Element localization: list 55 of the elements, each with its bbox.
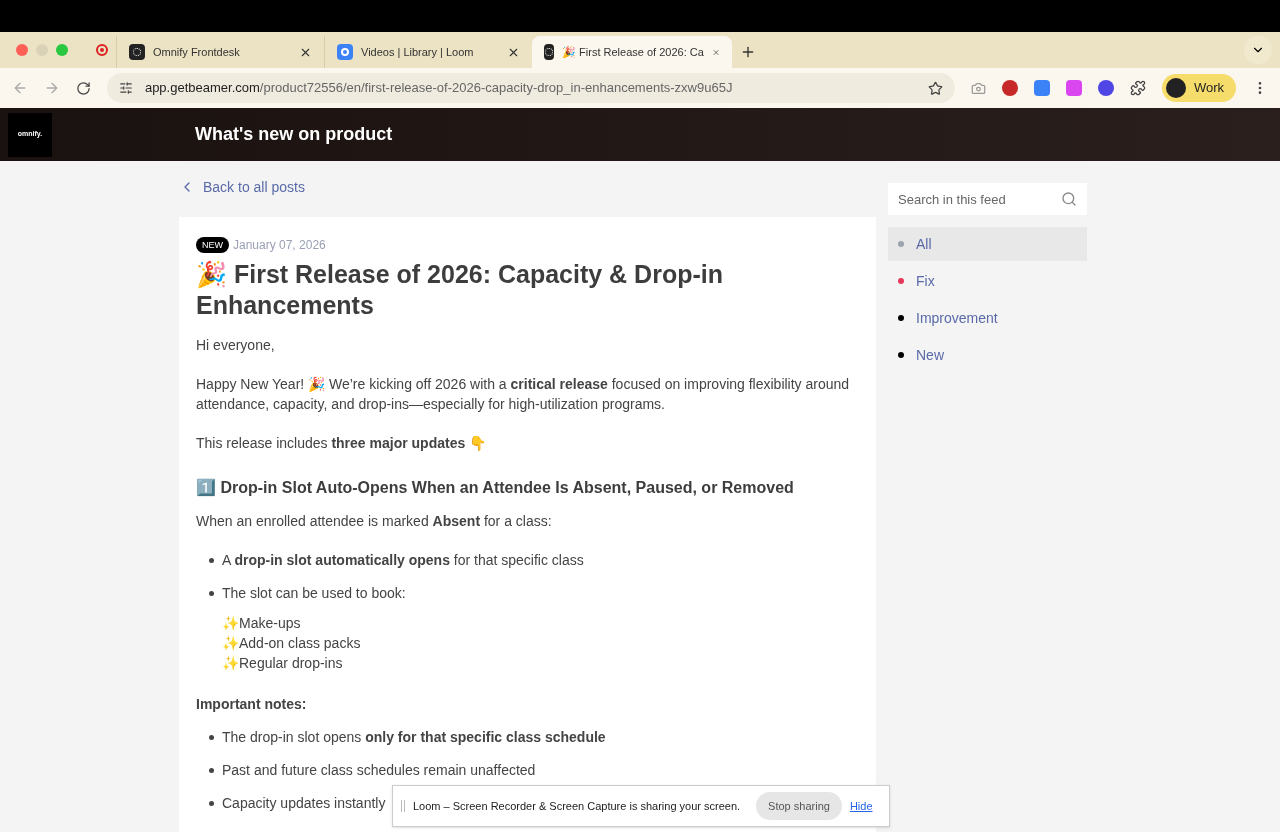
close-window-icon[interactable] (16, 44, 28, 56)
back-icon[interactable] (12, 80, 28, 96)
category-item[interactable]: All (888, 227, 1087, 261)
address-bar[interactable]: app.getbeamer.com/product72556/en/first-release-of-2026-capacity-drop_in-enhancements-zxw9u65J (106, 73, 956, 103)
paragraph: Happy New Year! 🎉 We’re kicking off 2026 with a critical release focused on improving flexibility around attendance, capacity, and drop-ins—especially for high-utilization programs. (196, 375, 851, 414)
app-icon (544, 44, 555, 60)
search-field[interactable]: Search in this feed (888, 183, 1087, 215)
paragraph: This release includes three major updates 👇 (196, 434, 488, 453)
list-item: A drop-in slot automatically opens for that specific class (222, 551, 584, 570)
site-settings-icon[interactable] (118, 81, 133, 95)
extensions-icon[interactable] (1130, 80, 1146, 96)
hide-link[interactable]: Hide (849, 797, 873, 815)
stop-sharing-button[interactable]: Stop sharing (756, 792, 842, 820)
bullet-icon (209, 557, 214, 563)
share-message: Loom – Screen Recorder & Screen Capture is sharing your screen. (413, 798, 741, 814)
post-date: January 07, 2026 (233, 237, 326, 254)
section-heading: 1⃣ Drop-in Slot Auto-Opens When an Attendee Is Absent, Paused, or Removed (196, 478, 795, 498)
bullet-icon (209, 734, 214, 740)
camera-icon[interactable] (971, 80, 987, 96)
browser-tab[interactable]: 🎉 First Release of 2026: Ca (532, 36, 732, 68)
tab-title: Omnify Frontdesk (153, 44, 241, 60)
record-icon[interactable] (96, 44, 108, 56)
extension-icon[interactable] (1098, 80, 1114, 96)
category-item[interactable]: New (888, 338, 1087, 372)
back-link[interactable]: Back to all posts (179, 179, 876, 195)
bullet-icon (209, 800, 214, 806)
tab-title: Videos | Library | Loom (361, 44, 475, 60)
extension-icon[interactable] (1002, 80, 1019, 96)
tab-title: 🎉 First Release of 2026: Ca (562, 44, 704, 61)
category-item[interactable]: Fix (888, 264, 1087, 298)
option-line: ✨Make-ups (222, 614, 302, 633)
paragraph: Hi everyone, (196, 336, 276, 355)
paragraph: When an enrolled attendee is marked Absent for a class: (196, 512, 553, 531)
list-item: The slot can be used to book: (222, 584, 406, 603)
list-item: Capacity updates instantly (222, 794, 386, 813)
list-item: Past and future class schedules remain unaffected (222, 761, 536, 780)
reload-icon[interactable] (75, 80, 91, 96)
drag-handle-icon[interactable] (401, 800, 405, 812)
category-item[interactable]: Improvement (888, 301, 1087, 335)
post-title: 🎉 First Release of 2026: Capacity & Drop-in Enhancements (196, 259, 724, 321)
app-icon (129, 44, 145, 60)
extension-icon[interactable] (1034, 80, 1051, 96)
list-item: The drop-in slot opens only for that specific class schedule (222, 728, 606, 747)
bookmark-star-icon[interactable] (928, 80, 944, 96)
option-line: ✨Regular drop-ins (222, 654, 344, 673)
bullet-icon (209, 767, 214, 773)
profile-button[interactable]: Work (1161, 74, 1237, 102)
bullet-icon (209, 590, 214, 596)
url-text: app.getbeamer.com/product72556/en/first-release-of-2026-capacity-drop_in-enhancements-zxw9u65J (144, 79, 734, 98)
search-icon[interactable] (1061, 191, 1077, 207)
new-badge: NEW (196, 237, 229, 253)
notes-label: Important notes: (196, 695, 308, 714)
option-line: ✨Add-on class packs (222, 634, 362, 653)
header-title: What's new on product (195, 123, 393, 146)
new-tab-icon[interactable] (740, 44, 756, 60)
